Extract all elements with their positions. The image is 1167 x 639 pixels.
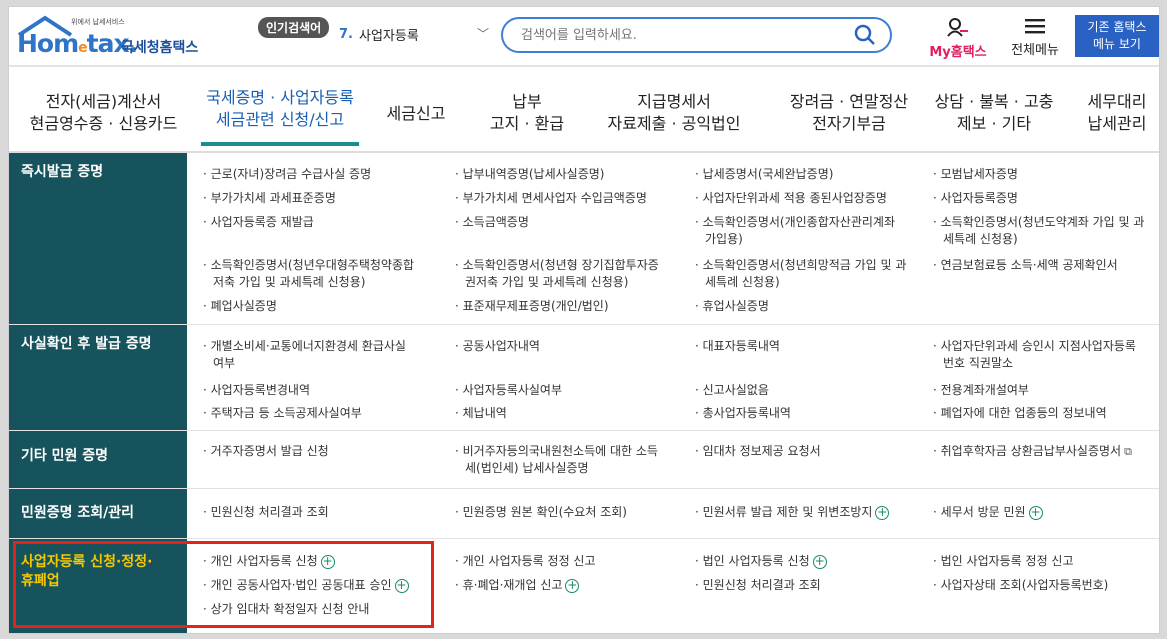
plus-circle-icon[interactable]: +: [1028, 505, 1043, 520]
popular-keyword-select[interactable]: 7. 사업자등록 ﹀: [339, 19, 489, 49]
section-row-civil-query: 민원증명 조회/관리 · 민원신청 처리결과 조회 · 민원증명 원본 확인(수…: [9, 489, 1159, 539]
menu-link[interactable]: · 근로(자녀)장려금 수급사실 증명: [203, 166, 371, 183]
section-items: · 개별소비세·교통에너지환경세 환급사실 여부 · 공동사업자내역 · 대표자등…: [195, 325, 1155, 430]
menu-link[interactable]: · 신고사실없음: [695, 382, 769, 399]
menu-link[interactable]: · 사업자상태 조회(사업자등록번호): [933, 577, 1108, 594]
search-icon[interactable]: [854, 24, 876, 50]
menu-link[interactable]: · 체납내역: [455, 405, 507, 422]
menu-link[interactable]: · 사업자등록사실여부: [455, 382, 562, 399]
menu-link[interactable]: · 개별소비세·교통에너지환경세 환급사실 여부: [203, 338, 406, 372]
menu-link[interactable]: · 개인 사업자등록 정정 신고: [455, 553, 596, 570]
browser-frame: 위에서 납세서비스 Hometax. 국세청홈택스 인기검색어 7. 사업자등록…: [0, 0, 1167, 639]
highlight-box: [13, 541, 434, 628]
menu-link[interactable]: · 사업자등록증 재발급: [203, 214, 314, 231]
menu-link[interactable]: · 민원신청 처리결과 조회: [695, 577, 821, 594]
menu-link[interactable]: · 사업자단위과세 승인시 지점사업자등록 번호 직권말소: [933, 338, 1136, 372]
menu-link[interactable]: · 민원증명 원본 확인(수요처 조회): [455, 504, 627, 521]
menu-link[interactable]: · 임대차 정보제공 요청서: [695, 443, 821, 460]
menu-link[interactable]: · 모범납세자증명: [933, 166, 1018, 183]
header-divider: [9, 65, 1159, 67]
nav-item-einvoice[interactable]: 전자(세금)계산서 현금영수증 · 신용카드: [21, 91, 186, 135]
section-row-instant: 즉시발급 증명 · 근로(자녀)장려금 수급사실 증명 · 납부내역증명(납세사…: [9, 153, 1159, 325]
active-nav-underline: [201, 142, 359, 146]
logo-brand: Hometax.: [17, 29, 138, 58]
user-icon: [947, 18, 968, 37]
logo-korean-name: 국세청홈택스: [121, 40, 199, 56]
menu-link[interactable]: · 전용계좌개설여부: [933, 382, 1029, 399]
section-row-other-civil: 기타 민원 증명 · 거주자증명서 발급 신청 · 비거주자등의국내원천소득에 …: [9, 431, 1159, 489]
section-title: 민원증명 조회/관리: [9, 489, 187, 538]
menu-link[interactable]: · 표준재무제표증명(개인/법인): [455, 298, 609, 315]
plus-circle-icon[interactable]: +: [812, 554, 827, 569]
external-link-icon: ⧉: [1124, 445, 1132, 458]
menu-link[interactable]: · 납세증명서(국세완납증명): [695, 166, 833, 183]
menu-link[interactable]: · 소득확인증명서(청년형 장기집합투자증 권저축 가입 및 과세특례 신청용): [455, 257, 659, 291]
menu-link[interactable]: · 총사업자등록내역: [695, 405, 791, 422]
hamburger-menu-icon: [1025, 19, 1045, 34]
classic-menu-line2: 메뉴 보기: [1093, 37, 1141, 51]
menu-link[interactable]: · 세무서 방문 민원 +: [933, 504, 1043, 521]
top-header: 위에서 납세서비스 Hometax. 국세청홈택스 인기검색어 7. 사업자등록…: [9, 7, 1159, 65]
all-menu-label: 전체메뉴: [1011, 43, 1059, 58]
chevron-down-icon[interactable]: ﹀: [477, 25, 489, 42]
plus-circle-icon[interactable]: +: [875, 505, 890, 520]
menu-link[interactable]: · 부가가치세 면세사업자 수입금액증명: [455, 190, 647, 207]
menu-link[interactable]: · 민원신청 처리결과 조회: [203, 504, 329, 521]
section-row-fact-check: 사실확인 후 발급 증명 · 개별소비세·교통에너지환경세 환급사실 여부 · 공…: [9, 325, 1159, 431]
menu-link[interactable]: · 주택자금 등 소득공제사실여부: [203, 405, 362, 422]
hometax-logo[interactable]: 위에서 납세서비스 Hometax. 국세청홈택스: [17, 15, 207, 59]
menu-link[interactable]: · 거주자증명서 발급 신청: [203, 443, 329, 460]
nav-item-incentive[interactable]: 장려금 · 연말정산 전자기부금: [779, 91, 919, 135]
section-title: 사실확인 후 발급 증명: [9, 325, 187, 430]
section-items: · 거주자증명서 발급 신청 · 비거주자등의국내원천소득에 대한 소득 세(법인…: [195, 431, 1155, 488]
classic-menu-line1: 기존 홈택스: [1087, 20, 1147, 34]
plus-circle-icon[interactable]: +: [565, 578, 580, 593]
menu-link[interactable]: · 휴업사실증명: [695, 298, 769, 315]
menu-link[interactable]: · 연금보험료등 소득·세액 공제확인서: [933, 257, 1118, 274]
menu-link[interactable]: · 사업자단위과세 적용 종된사업장증명: [695, 190, 887, 207]
menu-link[interactable]: · 민원서류 발급 제한 및 위변조방지 +: [695, 504, 890, 521]
nav-item-statement[interactable]: 지급명세서 자료제출 · 공익법인: [601, 91, 747, 135]
section-title: 즉시발급 증명: [9, 153, 187, 324]
menu-link[interactable]: · 소득금액증명: [455, 214, 529, 231]
section-title: 기타 민원 증명: [9, 431, 187, 488]
menu-link[interactable]: · 납부내역증명(납세사실증명): [455, 166, 604, 183]
popular-keyword-badge: 인기검색어: [258, 17, 330, 38]
hometax-page: 위에서 납세서비스 Hometax. 국세청홈택스 인기검색어 7. 사업자등록…: [8, 6, 1160, 634]
popular-term: 사업자등록: [358, 28, 419, 44]
menu-link[interactable]: · 법인 사업자등록 정정 신고: [933, 553, 1074, 570]
menu-link[interactable]: · 법인 사업자등록 신청 +: [695, 553, 827, 570]
menu-link[interactable]: · 비거주자등의국내원천소득에 대한 소득 세(법인세) 납세사실증명: [455, 443, 658, 477]
nav-item-certificate[interactable]: 국세증명 · 사업자등록 세금관련 신청/신고: [201, 87, 359, 131]
logo-tagline: 위에서 납세서비스: [71, 18, 125, 26]
section-items: · 근로(자녀)장려금 수급사실 증명 · 납부내역증명(납세사실증명) · 납…: [195, 153, 1155, 324]
menu-link[interactable]: · 공동사업자내역: [455, 338, 540, 355]
menu-link[interactable]: · 폐업자에 대한 업종등의 정보내역: [933, 405, 1107, 422]
menu-link[interactable]: · 부가가치세 과세표준증명: [203, 190, 336, 207]
menu-link[interactable]: · 소득확인증명서(청년우대형주택청약종합 저축 가입 및 과세특례 신청용): [203, 257, 414, 291]
section-items: · 민원신청 처리결과 조회 · 민원증명 원본 확인(수요처 조회) · 민원…: [195, 489, 1155, 538]
nav-item-tax-filing[interactable]: 세금신고: [381, 103, 451, 125]
search-box[interactable]: [501, 17, 892, 53]
nav-item-payment[interactable]: 납부 고지 · 환급: [487, 91, 567, 135]
main-nav: 전자(세금)계산서 현금영수증 · 신용카드 국세증명 · 사업자등록 세금관련 신…: [9, 85, 1159, 145]
search-input[interactable]: [521, 25, 841, 45]
popular-rank: 7.: [339, 26, 353, 42]
menu-link[interactable]: · 사업자등록증명: [933, 190, 1018, 207]
my-hometax-button[interactable]: My홈택스: [927, 17, 989, 60]
menu-link[interactable]: · 소득확인증명서(청년도약계좌 가입 및 과 세특례 신청용): [933, 214, 1144, 248]
menu-link[interactable]: · 소득확인증명서(청년희망적금 가입 및 과 세특례 신청용): [695, 257, 906, 291]
menu-link[interactable]: · 대표자등록내역: [695, 338, 780, 355]
nav-item-consulting[interactable]: 상담 · 불복 · 고충 제보 · 기타: [929, 91, 1059, 135]
menu-link[interactable]: · 사업자등록변경내역: [203, 382, 310, 399]
menu-link[interactable]: · 취업후학자금 상환금납부사실증명서 ⧉: [933, 443, 1132, 460]
classic-menu-button[interactable]: 기존 홈택스 메뉴 보기: [1075, 15, 1159, 57]
all-menu-button[interactable]: 전체메뉴: [1005, 17, 1065, 58]
menu-link[interactable]: · 휴·폐업·재개업 신고 +: [455, 577, 580, 594]
menu-link[interactable]: · 소득확인증명서(개인종합자산관리계좌 가입용): [695, 214, 895, 248]
my-hometax-label: My홈택스: [929, 45, 987, 60]
nav-item-tax-agent[interactable]: 세무대리 납세관리: [1079, 91, 1155, 135]
menu-link[interactable]: · 폐업사실증명: [203, 298, 277, 315]
